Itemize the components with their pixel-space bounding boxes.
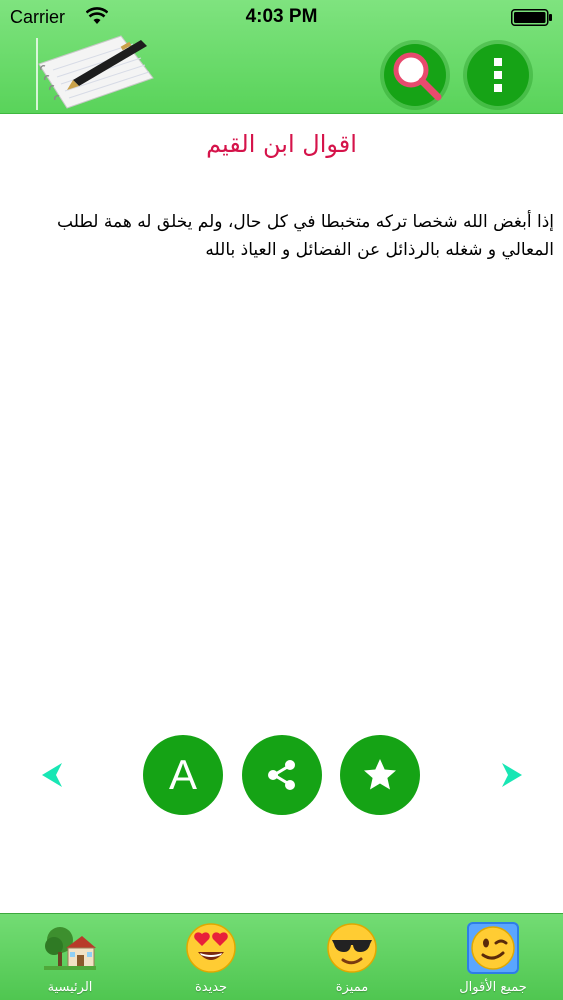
tab-label: جميع الأقوال bbox=[459, 980, 527, 995]
tab-label: الرئيسية bbox=[47, 980, 93, 995]
notebook-pen-icon bbox=[36, 35, 154, 110]
share-button[interactable] bbox=[242, 735, 322, 815]
chevron-right-icon[interactable] bbox=[500, 762, 522, 788]
search-button[interactable] bbox=[384, 44, 446, 106]
sunglasses-emoji bbox=[327, 923, 377, 973]
tab-label: جديدة bbox=[194, 980, 228, 995]
app-header: Carrier 4:03 PM bbox=[0, 0, 563, 114]
screen: Carrier 4:03 PM اقوال ابن القيم إذا أبغض… bbox=[0, 0, 563, 1000]
tab-featured[interactable]: مميزة bbox=[282, 914, 422, 1000]
star-icon bbox=[364, 759, 396, 790]
battery-icon bbox=[511, 9, 552, 26]
font-size-button[interactable]: A bbox=[143, 735, 223, 815]
status-bar: Carrier 4:03 PM bbox=[0, 0, 563, 36]
house-tree-emoji bbox=[44, 927, 96, 970]
menu-button[interactable] bbox=[467, 44, 529, 106]
chevron-left-icon[interactable] bbox=[42, 762, 64, 788]
winking-face-emoji bbox=[467, 922, 519, 974]
vertical-dots-icon bbox=[494, 58, 502, 92]
tab-all-quotes[interactable]: جميع الأقوال bbox=[423, 914, 563, 1000]
search-icon bbox=[393, 52, 442, 101]
tab-label: مميزة bbox=[335, 980, 369, 995]
tab-bar: الرئيسية جديدة مميزة جميع الأقوال bbox=[0, 913, 563, 1000]
font-size-label: A bbox=[168, 751, 197, 798]
tab-new[interactable]: جديدة bbox=[141, 914, 281, 1000]
share-icon bbox=[268, 760, 295, 790]
page-title: اقوال ابن القيم bbox=[206, 130, 357, 158]
heart-eyes-emoji bbox=[186, 923, 236, 973]
status-time: 4:03 PM bbox=[245, 6, 318, 27]
favorite-button[interactable] bbox=[340, 735, 420, 815]
quote-text: إذا أبغض الله شخصا تركه متخبطا في كل حال… bbox=[57, 212, 554, 260]
tab-home[interactable]: الرئيسية bbox=[0, 914, 140, 1000]
